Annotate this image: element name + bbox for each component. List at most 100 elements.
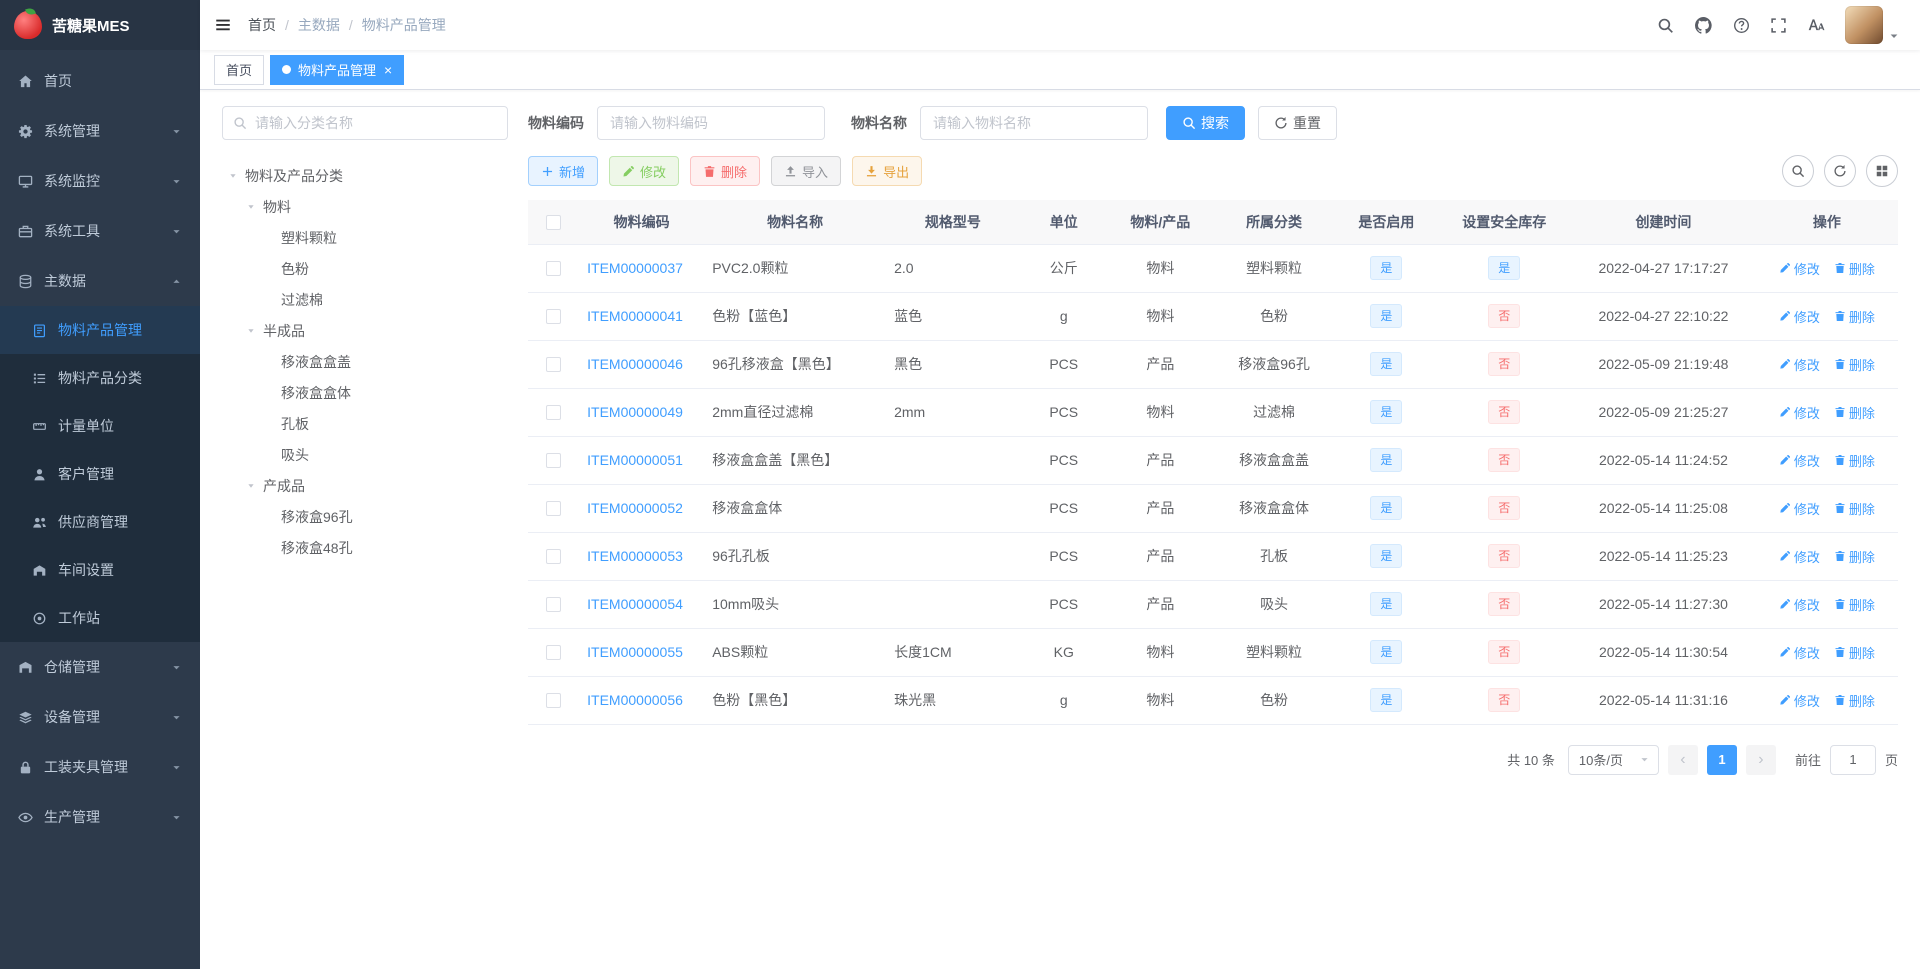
tree-node[interactable]: 产成品 (222, 470, 508, 501)
row-checkbox[interactable] (546, 549, 562, 565)
sidebar-item-fixture-management[interactable]: 工装夹具管理 (0, 742, 200, 792)
sidebar-toggle-button[interactable] (214, 16, 232, 34)
row-edit-link[interactable]: 修改 (1779, 499, 1820, 518)
github-link[interactable] (1694, 16, 1713, 35)
sidebar-item-system-monitor[interactable]: 系统监控 (0, 156, 200, 206)
breadcrumb-item-master-data[interactable]: 主数据 (298, 15, 340, 35)
tree-caret-icon[interactable] (244, 326, 258, 336)
row-delete-link[interactable]: 删除 (1834, 451, 1875, 470)
row-checkbox[interactable] (546, 405, 562, 421)
sidebar-item-master-data[interactable]: 主数据 (0, 256, 200, 306)
goto-page-input[interactable] (1829, 744, 1876, 775)
sidebar-item-home[interactable]: 首页 (0, 56, 200, 106)
row-delete-link[interactable]: 删除 (1834, 547, 1875, 566)
tree-node[interactable]: 移液盒盒体 (222, 377, 508, 408)
row-delete-link[interactable]: 删除 (1834, 355, 1875, 374)
edit-button[interactable]: 修改 (609, 156, 680, 186)
search-button[interactable]: 搜索 (1166, 106, 1245, 140)
tree-caret-icon[interactable] (244, 202, 258, 212)
tree-caret-icon[interactable] (226, 171, 240, 181)
add-button[interactable]: 新增 (528, 156, 599, 186)
row-edit-link[interactable]: 修改 (1779, 451, 1820, 470)
tab-close-icon[interactable]: × (384, 63, 392, 77)
sidebar-item-material-product-category[interactable]: 物料产品分类 (0, 354, 200, 402)
row-edit-link[interactable]: 修改 (1779, 691, 1820, 710)
sidebar-item-device-management[interactable]: 设备管理 (0, 692, 200, 742)
reset-button[interactable]: 重置 (1258, 106, 1337, 140)
tree-node[interactable]: 物料 (222, 191, 508, 222)
import-button[interactable]: 导入 (771, 156, 842, 186)
item-code-link[interactable]: ITEM00000046 (587, 356, 683, 372)
item-code-link[interactable]: ITEM00000041 (587, 308, 683, 324)
row-delete-link[interactable]: 删除 (1834, 499, 1875, 518)
tree-node[interactable]: 吸头 (222, 439, 508, 470)
export-button[interactable]: 导出 (852, 156, 923, 186)
refresh-table-button[interactable] (1824, 155, 1856, 187)
breadcrumb-item-home[interactable]: 首页 (248, 15, 276, 35)
tree-node[interactable]: 过滤棉 (222, 284, 508, 315)
toggle-search-button[interactable] (1782, 155, 1814, 187)
row-checkbox[interactable] (546, 693, 562, 709)
row-edit-link[interactable]: 修改 (1779, 595, 1820, 614)
row-checkbox[interactable] (546, 597, 562, 613)
header-search-button[interactable] (1657, 17, 1674, 34)
sidebar-item-customer-management[interactable]: 客户管理 (0, 450, 200, 498)
tree-node[interactable]: 移液盒盒盖 (222, 346, 508, 377)
row-delete-link[interactable]: 删除 (1834, 403, 1875, 422)
tree-node[interactable]: 色粉 (222, 253, 508, 284)
fullscreen-button[interactable] (1770, 17, 1787, 34)
item-code-link[interactable]: ITEM00000054 (587, 596, 683, 612)
material-name-input[interactable] (920, 106, 1148, 140)
item-code-link[interactable]: ITEM00000051 (587, 452, 683, 468)
row-checkbox[interactable] (546, 645, 562, 661)
tree-node[interactable]: 塑料颗粒 (222, 222, 508, 253)
tree-node[interactable]: 物料及产品分类 (222, 160, 508, 191)
row-edit-link[interactable]: 修改 (1779, 259, 1820, 278)
category-search-input[interactable] (255, 115, 497, 131)
tab-home[interactable]: 首页 (214, 54, 265, 85)
sidebar-item-warehouse-management[interactable]: 仓储管理 (0, 642, 200, 692)
help-button[interactable] (1733, 17, 1750, 34)
user-menu[interactable] (1845, 6, 1900, 44)
page-number-1[interactable]: 1 (1706, 744, 1737, 775)
columns-setting-button[interactable] (1866, 155, 1898, 187)
sidebar-item-workshop-settings[interactable]: 车间设置 (0, 546, 200, 594)
row-delete-link[interactable]: 删除 (1834, 691, 1875, 710)
font-size-button[interactable] (1807, 16, 1825, 34)
prev-page-button[interactable]: ‹ (1667, 744, 1698, 775)
tree-node[interactable]: 半成品 (222, 315, 508, 346)
select-all-checkbox[interactable] (546, 215, 562, 231)
tree-node[interactable]: 孔板 (222, 408, 508, 439)
app-logo[interactable]: 苦糖果MES (0, 0, 200, 50)
page-size-select[interactable]: 10条/页 (1567, 744, 1659, 775)
row-edit-link[interactable]: 修改 (1779, 403, 1820, 422)
delete-button[interactable]: 删除 (690, 156, 761, 186)
row-delete-link[interactable]: 删除 (1834, 259, 1875, 278)
sidebar-item-system-tools[interactable]: 系统工具 (0, 206, 200, 256)
sidebar-item-material-product-management[interactable]: 物料产品管理 (0, 306, 200, 354)
sidebar-item-workstation[interactable]: 工作站 (0, 594, 200, 642)
row-checkbox[interactable] (546, 501, 562, 517)
tree-caret-icon[interactable] (244, 481, 258, 491)
sidebar-item-supplier-management[interactable]: 供应商管理 (0, 498, 200, 546)
row-edit-link[interactable]: 修改 (1779, 643, 1820, 662)
row-edit-link[interactable]: 修改 (1779, 355, 1820, 374)
tree-node[interactable]: 移液盒48孔 (222, 532, 508, 563)
row-checkbox[interactable] (546, 309, 562, 325)
item-code-link[interactable]: ITEM00000052 (587, 500, 683, 516)
sidebar-item-production-management[interactable]: 生产管理 (0, 792, 200, 842)
item-code-link[interactable]: ITEM00000049 (587, 404, 683, 420)
tab-material-product[interactable]: 物料产品管理 × (270, 54, 405, 85)
item-code-link[interactable]: ITEM00000053 (587, 548, 683, 564)
item-code-link[interactable]: ITEM00000037 (587, 260, 683, 276)
row-edit-link[interactable]: 修改 (1779, 547, 1820, 566)
sidebar-item-measure-unit[interactable]: 计量单位 (0, 402, 200, 450)
row-checkbox[interactable] (546, 357, 562, 373)
row-checkbox[interactable] (546, 453, 562, 469)
item-code-link[interactable]: ITEM00000056 (587, 692, 683, 708)
sidebar-item-system-management[interactable]: 系统管理 (0, 106, 200, 156)
row-checkbox[interactable] (546, 261, 562, 277)
row-delete-link[interactable]: 删除 (1834, 307, 1875, 326)
item-code-link[interactable]: ITEM00000055 (587, 644, 683, 660)
row-delete-link[interactable]: 删除 (1834, 643, 1875, 662)
